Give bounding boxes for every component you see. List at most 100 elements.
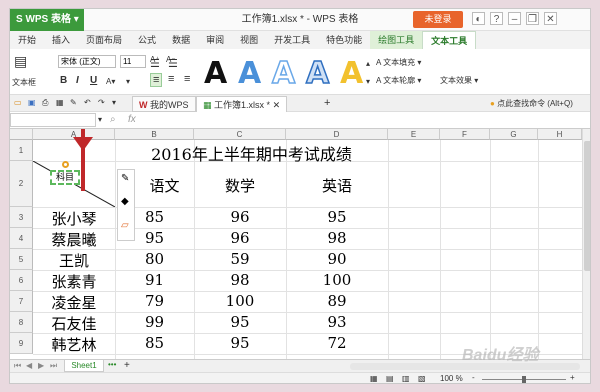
close-tab-icon[interactable]: ✕ bbox=[273, 100, 281, 110]
sheet-title[interactable]: 2016年上半年期中考试成绩 bbox=[115, 141, 388, 165]
score-cell[interactable]: 95 bbox=[194, 313, 286, 331]
header-english[interactable]: 英语 bbox=[286, 175, 388, 196]
formula-input[interactable] bbox=[144, 113, 590, 127]
name-box-dropdown-icon[interactable]: ▾ bbox=[98, 115, 102, 124]
zoom-slider-thumb[interactable] bbox=[522, 376, 526, 383]
row-header-9[interactable]: 9 bbox=[10, 333, 33, 354]
student-name-cell[interactable]: 石友佳 bbox=[33, 313, 115, 334]
bold-button[interactable]: B bbox=[60, 75, 67, 86]
student-name-cell[interactable]: 张小琴 bbox=[33, 208, 115, 229]
find-command[interactable]: ● 点此查找命令 (Alt+Q) bbox=[490, 98, 573, 109]
text-fill-button[interactable]: A 文本填充 ▾ bbox=[376, 57, 421, 68]
font-name-select[interactable]: 宋体 (正文) bbox=[58, 55, 116, 68]
restore-icon[interactable]: ❐ bbox=[526, 12, 539, 25]
align-middle-icon[interactable]: ☰ bbox=[168, 57, 178, 70]
student-name-cell[interactable]: 蔡晨曦 bbox=[33, 229, 115, 250]
tab-text-tools[interactable]: 文本工具 bbox=[422, 31, 477, 49]
score-cell[interactable]: 80 bbox=[115, 250, 194, 268]
row-header-8[interactable]: 8 bbox=[10, 312, 33, 333]
text-style-4[interactable]: A bbox=[305, 56, 330, 92]
row-header-2[interactable]: 2 bbox=[10, 161, 33, 207]
select-all-corner[interactable] bbox=[10, 129, 33, 140]
name-box[interactable] bbox=[10, 113, 96, 127]
print-icon[interactable]: ⎙ bbox=[42, 98, 48, 108]
sheet-nav-prev-icon[interactable]: ◀ bbox=[26, 361, 32, 370]
text-style-5[interactable]: A bbox=[340, 57, 363, 91]
col-header-c[interactable]: C bbox=[194, 129, 286, 140]
italic-button[interactable]: I bbox=[76, 75, 79, 86]
col-header-h[interactable]: H bbox=[538, 129, 582, 140]
login-button[interactable]: 未登录 bbox=[413, 11, 463, 28]
text-style-2[interactable]: A bbox=[238, 57, 261, 91]
font-size-select[interactable]: 11 bbox=[120, 55, 146, 68]
text-style-3[interactable]: A bbox=[271, 56, 296, 92]
tab-view[interactable]: 视图 bbox=[232, 31, 266, 49]
highlight-icon[interactable]: ▾ bbox=[126, 77, 130, 86]
text-style-1[interactable]: A bbox=[204, 57, 227, 91]
sheet-nav-last-icon[interactable]: ⏭ bbox=[50, 361, 57, 371]
align-right-icon[interactable]: ≡ bbox=[184, 73, 190, 85]
new-tab-button[interactable]: + bbox=[324, 97, 330, 109]
score-cell[interactable]: 98 bbox=[194, 271, 286, 289]
header-chinese[interactable]: 语文 bbox=[135, 175, 194, 196]
undo-icon[interactable]: ↶ bbox=[84, 98, 91, 107]
tab-data[interactable]: 数据 bbox=[164, 31, 198, 49]
tab-insert[interactable]: 插入 bbox=[44, 31, 78, 49]
tab-developer[interactable]: 开发工具 bbox=[266, 31, 318, 49]
col-header-e[interactable]: E bbox=[388, 129, 440, 140]
score-cell[interactable]: 98 bbox=[286, 229, 388, 247]
tab-drawing-tools[interactable]: 绘图工具 bbox=[370, 31, 423, 49]
header-math[interactable]: 数学 bbox=[194, 175, 286, 196]
page-layout-view-icon[interactable]: ▤ bbox=[386, 374, 394, 383]
skin-icon[interactable]: ◐ bbox=[472, 12, 485, 25]
zoom-in-button[interactable]: + bbox=[570, 373, 575, 382]
styles-more-icon[interactable]: ▴ bbox=[366, 59, 370, 68]
page-break-view-icon[interactable]: ▥ bbox=[402, 374, 410, 383]
sheet-nav-next-icon[interactable]: ▶ bbox=[38, 361, 44, 370]
score-cell[interactable]: 100 bbox=[194, 292, 286, 310]
col-header-g[interactable]: G bbox=[490, 129, 538, 140]
score-cell[interactable]: 59 bbox=[194, 250, 286, 268]
close-icon[interactable]: ✕ bbox=[544, 12, 557, 25]
align-center-icon[interactable]: ≡ bbox=[168, 73, 174, 85]
score-cell[interactable]: 90 bbox=[286, 250, 388, 268]
print-preview-icon[interactable]: ▦ bbox=[56, 98, 64, 107]
save-icon[interactable]: ▣ bbox=[28, 98, 36, 107]
textbox-button[interactable]: 文本框 bbox=[12, 77, 36, 88]
customize-icon[interactable]: ▾ bbox=[112, 98, 116, 107]
score-cell[interactable]: 95 bbox=[194, 334, 286, 352]
row-header-7[interactable]: 7 bbox=[10, 291, 33, 312]
row-header-5[interactable]: 5 bbox=[10, 249, 33, 270]
score-cell[interactable]: 96 bbox=[194, 229, 286, 247]
student-name-cell[interactable]: 凌金星 bbox=[33, 292, 115, 313]
redo-icon[interactable]: ↷ bbox=[98, 98, 105, 107]
row-header-1[interactable]: 1 bbox=[10, 140, 33, 161]
tab-formula[interactable]: 公式 bbox=[130, 31, 164, 49]
format-painter-icon[interactable]: ✎ bbox=[70, 98, 77, 107]
score-cell[interactable]: 79 bbox=[115, 292, 194, 310]
zoom-level[interactable]: 100 % bbox=[440, 374, 463, 383]
normal-view-icon[interactable]: ▦ bbox=[370, 374, 378, 383]
score-cell[interactable]: 96 bbox=[194, 208, 286, 226]
fx-button[interactable]: fx bbox=[128, 114, 136, 125]
score-cell[interactable]: 95 bbox=[286, 208, 388, 226]
sheet-tab-sheet1[interactable]: Sheet1 bbox=[64, 360, 104, 372]
help-icon[interactable]: ? bbox=[490, 12, 503, 25]
student-name-cell[interactable]: 韩艺林 bbox=[33, 334, 115, 355]
student-name-cell[interactable]: 张素青 bbox=[33, 271, 115, 292]
rotate-handle-icon[interactable] bbox=[62, 161, 69, 168]
spreadsheet-grid[interactable]: A B C D E F G H 1 2 3 4 5 6 7 8 9 2016年上… bbox=[10, 129, 582, 359]
shape-style-icon[interactable]: ✎ bbox=[121, 173, 129, 184]
sheet-more-icon[interactable]: ••• bbox=[108, 360, 116, 369]
wps-app-menu-button[interactable]: S WPS 表格 ▾ bbox=[10, 9, 84, 31]
student-name-cell[interactable]: 王凯 bbox=[33, 250, 115, 271]
text-outline-button[interactable]: A 文本轮廓 ▾ bbox=[376, 75, 421, 86]
align-left-icon[interactable]: ≡ bbox=[150, 73, 163, 87]
col-header-d[interactable]: D bbox=[286, 129, 388, 140]
score-cell[interactable]: 85 bbox=[115, 334, 194, 352]
col-header-f[interactable]: F bbox=[440, 129, 490, 140]
row-header-6[interactable]: 6 bbox=[10, 270, 33, 291]
align-top-icon[interactable]: ☰ bbox=[150, 57, 160, 70]
zoom-out-button[interactable]: - bbox=[472, 373, 475, 382]
score-cell[interactable]: 91 bbox=[115, 271, 194, 289]
